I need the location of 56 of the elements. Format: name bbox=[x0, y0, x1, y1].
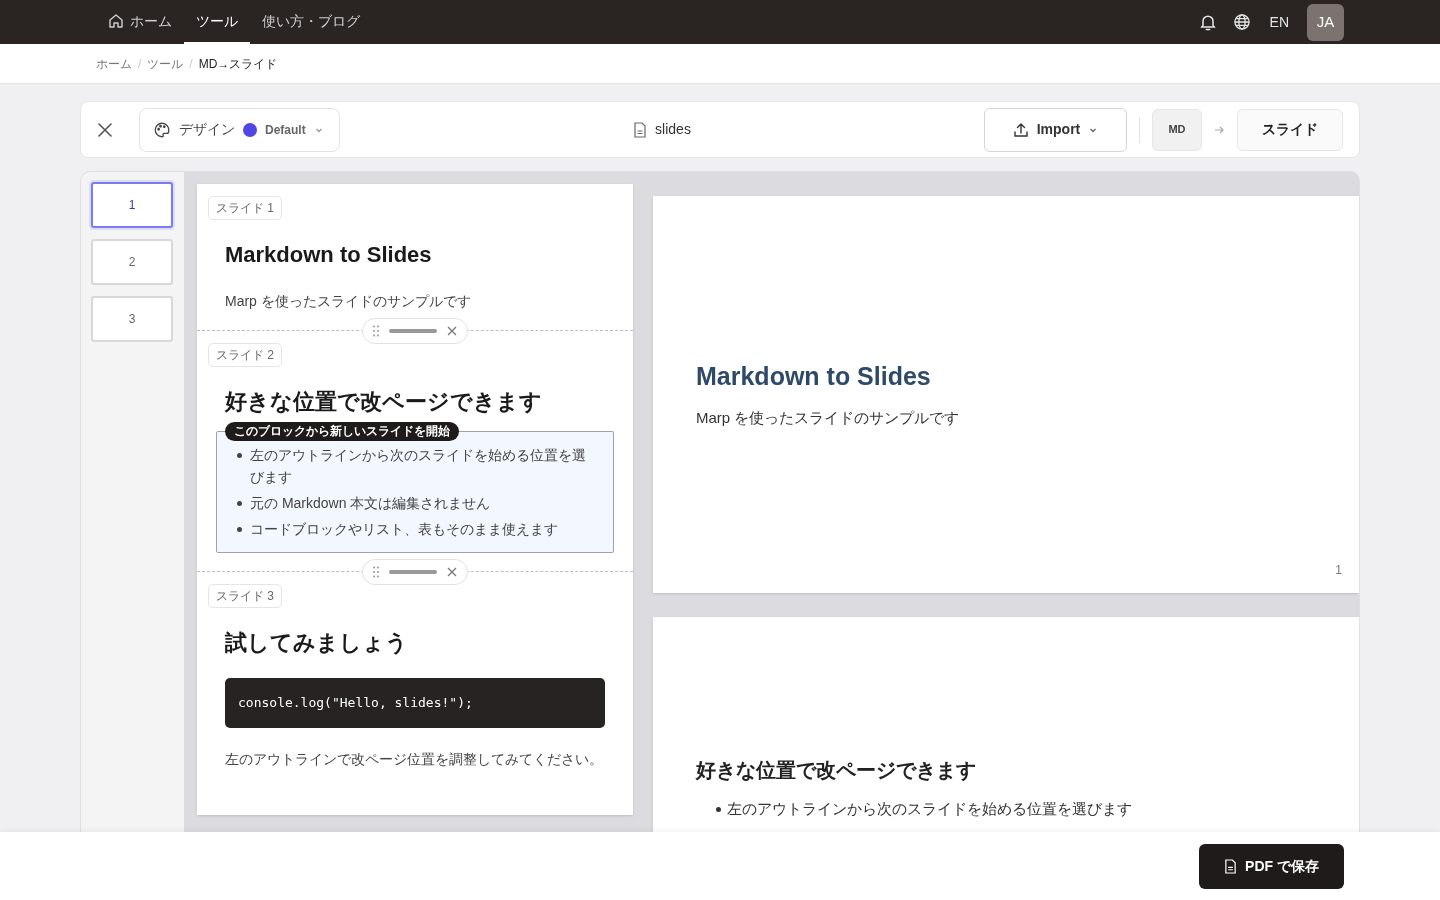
page-break-handle[interactable] bbox=[362, 318, 468, 344]
grip-icon bbox=[373, 325, 379, 337]
page-number: 1 bbox=[1335, 562, 1342, 579]
globe-icon[interactable] bbox=[1231, 12, 1252, 32]
breadcrumb-separator: / bbox=[138, 55, 142, 73]
close-icon[interactable] bbox=[447, 326, 457, 336]
file-name: slides bbox=[655, 120, 691, 139]
slide-thumbnail[interactable]: 1 bbox=[91, 182, 173, 228]
list-item: 元の Markdown 本文は編集されません bbox=[250, 494, 491, 513]
bullet-icon bbox=[237, 501, 242, 506]
code-block: console.log("Hello, slides!"); bbox=[225, 678, 605, 728]
slide-heading: Markdown to Slides bbox=[224, 241, 433, 269]
file-icon bbox=[633, 121, 648, 138]
slide-thumbnail[interactable]: 2 bbox=[91, 239, 173, 285]
slide-title: Markdown to Slides bbox=[696, 361, 932, 393]
close-icon[interactable] bbox=[447, 567, 457, 577]
file-icon bbox=[1224, 858, 1238, 874]
close-icon[interactable] bbox=[97, 121, 113, 138]
slide-badge: スライド 3 bbox=[208, 584, 282, 608]
save-pdf-button[interactable]: PDF で保存 bbox=[1199, 843, 1344, 889]
breadcrumb-link[interactable]: ホーム bbox=[96, 54, 132, 73]
slide-badge: スライド 1 bbox=[208, 196, 282, 220]
palette-icon bbox=[153, 120, 171, 139]
slide-heading: 好きな位置で改ページできます bbox=[696, 758, 977, 783]
list-item: コードブロックやリスト、表もそのまま使えます bbox=[250, 520, 558, 539]
nav-tab[interactable]: 使い方・ブログ bbox=[250, 0, 372, 44]
slide-heading: 好きな位置で改ページできます bbox=[224, 388, 543, 416]
language-button[interactable]: EN bbox=[1265, 11, 1293, 33]
list-item: 左のアウトラインから次のスライドを始める位置を選びます bbox=[250, 446, 587, 487]
grip-icon bbox=[373, 566, 379, 578]
nav-tab[interactable]: ホーム bbox=[96, 0, 184, 44]
bullet-icon bbox=[237, 453, 242, 458]
slide-badge: スライド 2 bbox=[208, 343, 282, 367]
paragraph: Marp を使ったスライドのサンプルです bbox=[696, 408, 961, 429]
slide-heading: 試してみましょう bbox=[224, 629, 409, 657]
mode-button[interactable]: スライド bbox=[1237, 108, 1343, 151]
breadcrumb-separator: / bbox=[189, 55, 193, 73]
drag-bar-icon bbox=[389, 570, 437, 574]
list-item: 左のアウトラインから次のスライドを始める位置を選びます bbox=[727, 799, 1132, 819]
tooltip: このブロックから新しいスライドを開始 bbox=[225, 422, 459, 441]
slide-thumbnail[interactable]: 3 bbox=[91, 296, 173, 342]
breadcrumb-link[interactable]: ツール bbox=[147, 54, 184, 73]
design-dropdown[interactable]: デザイン Default bbox=[139, 107, 340, 152]
drag-bar-icon bbox=[389, 329, 437, 333]
page-break-handle[interactable] bbox=[362, 559, 468, 585]
paragraph: 左のアウトラインで改ページ位置を調整してみてください。 bbox=[224, 749, 604, 769]
mode-button[interactable]: MD bbox=[1152, 108, 1202, 151]
bullet-icon bbox=[237, 527, 242, 532]
breadcrumb-current: MD→スライド bbox=[198, 55, 278, 73]
user-avatar[interactable]: JA bbox=[1307, 3, 1344, 41]
paragraph: Marp を使ったスライドのサンプルです bbox=[224, 292, 472, 311]
import-button[interactable]: Import bbox=[984, 107, 1127, 152]
home-icon bbox=[108, 13, 124, 29]
arrow-right-icon bbox=[1214, 124, 1225, 135]
bullet-icon bbox=[716, 807, 721, 812]
upload-icon bbox=[1012, 121, 1029, 138]
